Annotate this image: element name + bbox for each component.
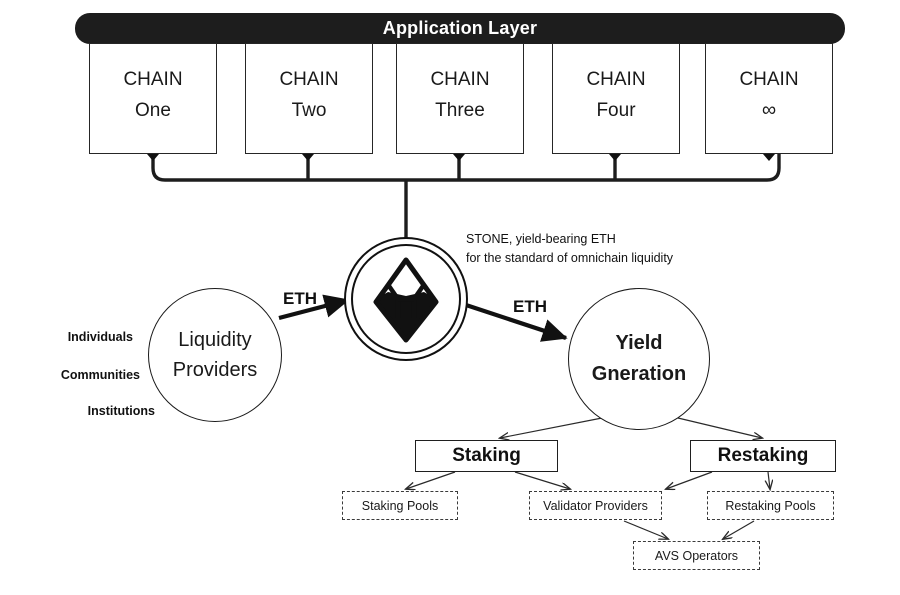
restaking-box[interactable]: Restaking [690, 440, 836, 472]
chain-name-label: Two [291, 100, 327, 121]
chain-prefix-label: CHAIN [123, 69, 183, 90]
chain-box-three[interactable]: CHAIN Three [396, 43, 524, 154]
chain-name-label: ∞ [761, 99, 777, 121]
label-institutions: Institutions [87, 404, 155, 418]
yield-generation-node[interactable]: Yield Gneration [568, 288, 710, 430]
restaking-label: Restaking [717, 445, 809, 466]
chain-box-infinity[interactable]: CHAIN ∞ [705, 43, 833, 154]
liquidity-providers-line1: Liquidity [178, 329, 252, 351]
chain-prefix-label: CHAIN [586, 69, 646, 90]
chain-name-label: Three [435, 100, 485, 121]
label-individuals: Individuals [67, 330, 133, 344]
avs-operators-box[interactable]: AVS Operators [633, 541, 760, 570]
stone-logo[interactable] [343, 236, 469, 362]
stone-gem-icon [344, 237, 468, 361]
stone-note-line2: for the standard of omnichain liquidity [466, 251, 674, 265]
liquidity-providers-line2: Providers [172, 359, 258, 381]
chain-box-two[interactable]: CHAIN Two [245, 43, 373, 154]
chain-box-four[interactable]: CHAIN Four [552, 43, 680, 154]
chain-prefix-label: CHAIN [279, 69, 339, 90]
restaking-leaf-arrows [666, 471, 770, 489]
yield-generation-line2: Gneration [591, 363, 687, 385]
stone-note-line1: STONE, yield-bearing ETH [466, 232, 616, 246]
eth-label-left: ETH [283, 289, 317, 308]
liquidity-providers-node[interactable]: Liquidity Providers [148, 288, 282, 422]
staking-box[interactable]: Staking [415, 440, 558, 472]
avs-arrows [623, 520, 755, 539]
staking-pools-label: Staking Pools [361, 498, 439, 513]
avs-operators-label: AVS Operators [654, 548, 739, 563]
validator-providers-box[interactable]: Validator Providers [529, 491, 662, 520]
staking-pools-box[interactable]: Staking Pools [342, 491, 458, 520]
chain-prefix-label: CHAIN [430, 69, 490, 90]
chain-box-one[interactable]: CHAIN One [89, 43, 217, 154]
staking-leaf-arrows [406, 471, 570, 489]
restaking-pools-box[interactable]: Restaking Pools [707, 491, 834, 520]
yield-generation-line1: Yield [615, 332, 663, 354]
validator-providers-label: Validator Providers [543, 498, 648, 513]
eth-label-right: ETH [513, 297, 547, 316]
application-layer-title: Application Layer [382, 18, 538, 38]
staking-label: Staking [452, 445, 521, 466]
application-layer-header: Application Layer [75, 13, 845, 44]
restaking-pools-label: Restaking Pools [725, 498, 816, 513]
chain-prefix-label: CHAIN [739, 69, 799, 90]
chain-name-label: Four [596, 100, 636, 121]
chain-name-label: One [135, 100, 171, 121]
stone-note: STONE, yield-bearing ETH for the standar… [466, 230, 673, 268]
label-communities: Communities [60, 368, 140, 382]
diagram-canvas: Application Layer CHAIN One CHAIN Two CH… [0, 0, 900, 595]
chain-bus [151, 154, 781, 240]
